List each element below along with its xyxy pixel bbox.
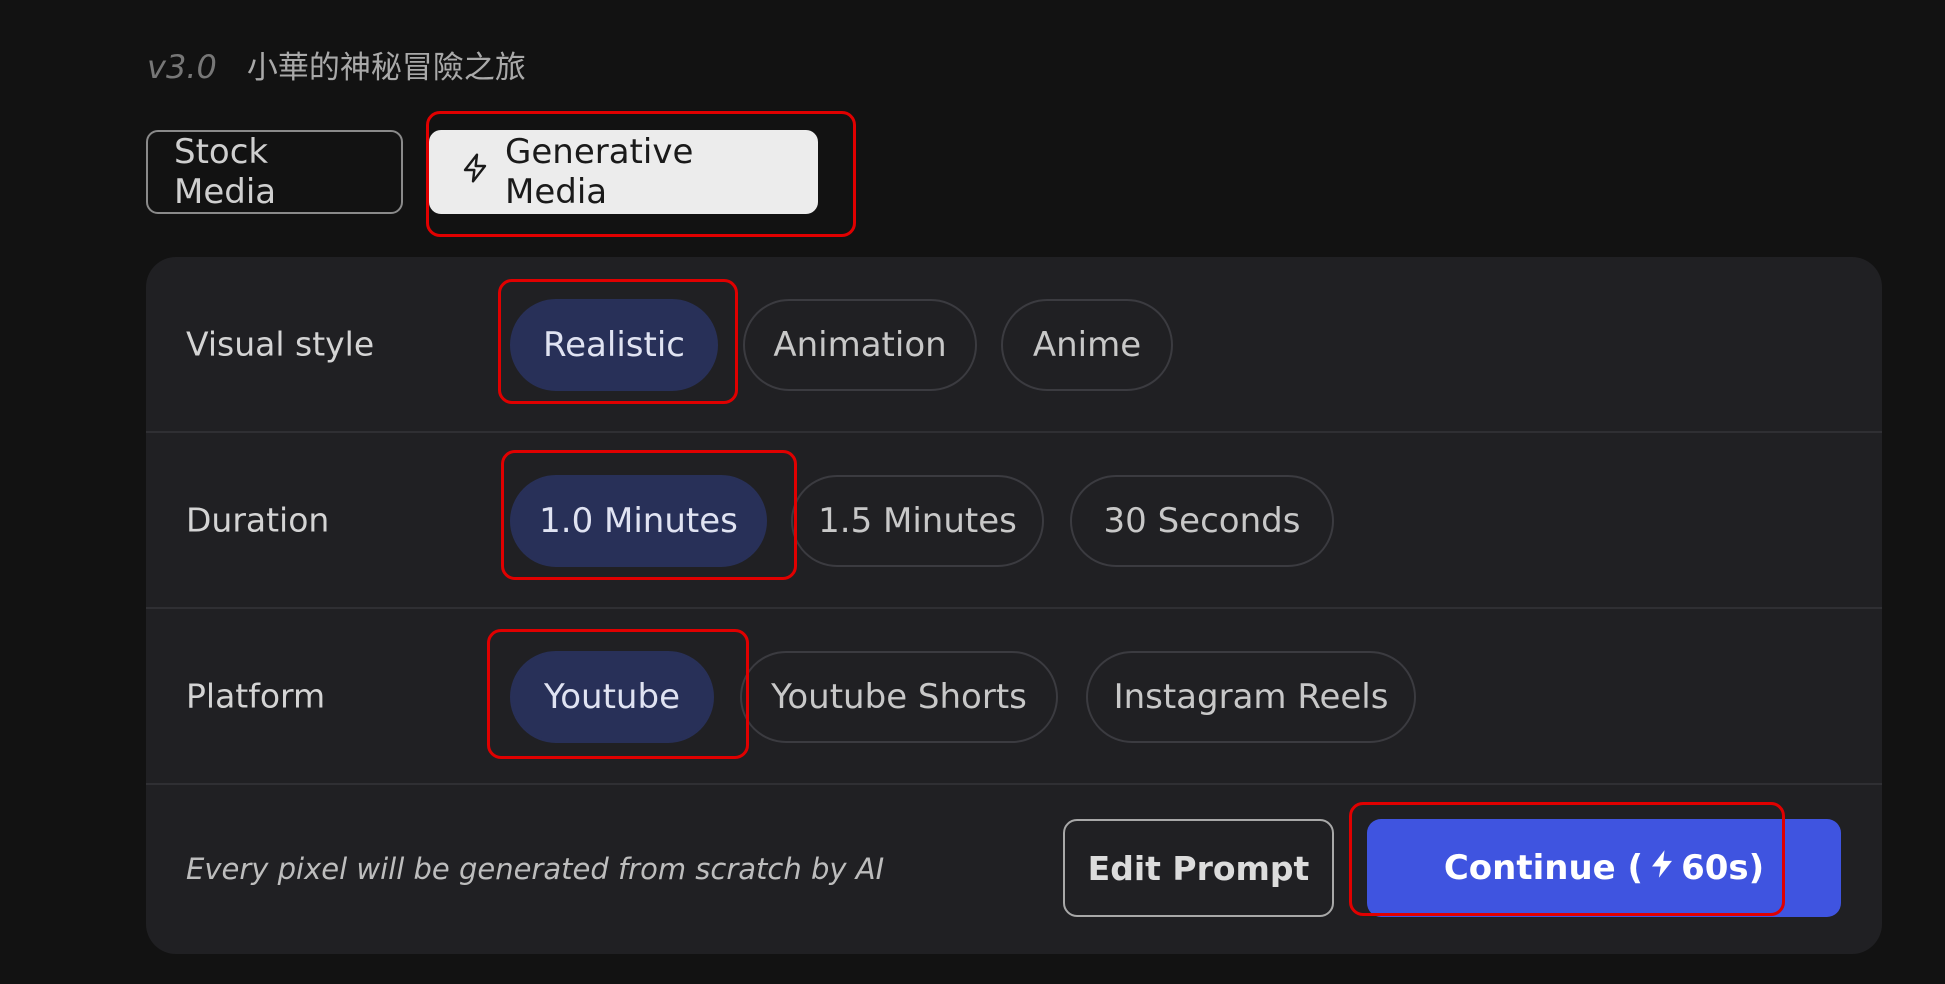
option-animation[interactable]: Animation xyxy=(743,299,977,391)
continue-cost-label: 60s) xyxy=(1681,848,1765,888)
option-youtube-label: Youtube xyxy=(544,677,680,717)
option-animation-label: Animation xyxy=(773,325,947,365)
option-30-seconds[interactable]: 30 Seconds xyxy=(1070,475,1334,567)
tab-generative-media[interactable]: Generative Media xyxy=(429,130,818,214)
option-youtube-shorts[interactable]: Youtube Shorts xyxy=(740,651,1058,743)
version-label: v3.0 xyxy=(147,48,217,86)
continue-button[interactable]: Continue ( 60s) xyxy=(1367,819,1841,917)
option-anime[interactable]: Anime xyxy=(1001,299,1173,391)
option-realistic-label: Realistic xyxy=(543,325,685,365)
option-1-5-minutes[interactable]: 1.5 Minutes xyxy=(791,475,1044,567)
option-youtube[interactable]: Youtube xyxy=(510,651,714,743)
continue-label: Continue ( xyxy=(1443,848,1644,888)
duration-row: Duration 1.0 Minutes 1.5 Minutes 30 Seco… xyxy=(146,433,1882,609)
option-instagram-reels[interactable]: Instagram Reels xyxy=(1086,651,1416,743)
option-youtube-shorts-label: Youtube Shorts xyxy=(771,677,1027,717)
generation-settings-panel: Visual style Realistic Animation Anime D… xyxy=(146,257,1882,954)
lightning-icon xyxy=(459,152,491,193)
media-type-tabs: Stock Media Generative Media xyxy=(146,130,818,214)
action-footer: Every pixel will be generated from scrat… xyxy=(146,785,1882,952)
edit-prompt-label: Edit Prompt xyxy=(1087,848,1310,888)
edit-prompt-button[interactable]: Edit Prompt xyxy=(1063,819,1334,917)
option-1-0-minutes[interactable]: 1.0 Minutes xyxy=(510,475,767,567)
visual-style-label: Visual style xyxy=(186,324,375,364)
option-realistic[interactable]: Realistic xyxy=(510,299,718,391)
option-anime-label: Anime xyxy=(1032,325,1142,365)
tab-stock-media-label: Stock Media xyxy=(174,132,277,212)
option-30-seconds-label: 30 Seconds xyxy=(1103,501,1301,541)
project-title: 小華的神秘冒險之旅 xyxy=(246,50,526,86)
visual-style-row: Visual style Realistic Animation Anime xyxy=(146,257,1882,433)
tab-generative-media-label: Generative Media xyxy=(505,132,694,212)
lightning-icon xyxy=(1649,848,1675,888)
header: v3.0 小華的神秘冒險之旅 xyxy=(147,42,526,87)
platform-label: Platform xyxy=(186,676,326,716)
platform-row: Platform Youtube Youtube Shorts Instagra… xyxy=(146,609,1882,785)
tab-stock-media[interactable]: Stock Media xyxy=(146,130,403,214)
option-1-5-minutes-label: 1.5 Minutes xyxy=(818,501,1017,541)
ai-generation-note: Every pixel will be generated from scrat… xyxy=(186,851,885,886)
option-instagram-reels-label: Instagram Reels xyxy=(1113,677,1389,717)
duration-label: Duration xyxy=(186,500,330,540)
page: v3.0 小華的神秘冒險之旅 Stock Media Generative Me… xyxy=(0,0,1945,984)
option-1-0-minutes-label: 1.0 Minutes xyxy=(539,501,738,541)
